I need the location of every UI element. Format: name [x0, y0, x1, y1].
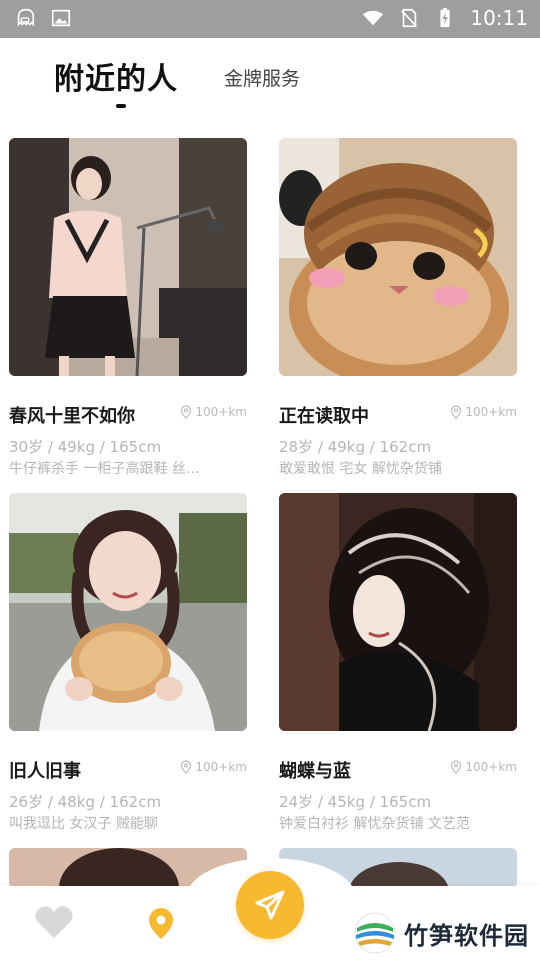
- profile-tags: 叫我逗比 女汉子 贼能聊: [9, 816, 158, 832]
- tab-indicator: [116, 104, 126, 108]
- profile-card[interactable]: 蝴蝶与蓝 100+km 24岁 / 45kg / 165cm 钟爱白衬衫 解忧杂…: [279, 493, 517, 832]
- location-pin-icon: [451, 760, 462, 774]
- profile-tags: 敢爱敢恨 宅女 解忧杂货铺: [279, 461, 442, 477]
- paper-plane-icon: [255, 890, 285, 920]
- location-pin-icon: [181, 760, 192, 774]
- profile-photo[interactable]: [9, 493, 247, 731]
- profile-photo[interactable]: [279, 493, 517, 731]
- profile-card[interactable]: 旧人旧事 100+km 26岁 / 48kg / 162cm 叫我逗比 女汉子 …: [9, 493, 247, 832]
- bamboo-logo-icon: [354, 912, 396, 954]
- ghost-notification-icon: [17, 8, 35, 27]
- profile-card[interactable]: 正在读取中 100+km 28岁 / 49kg / 162cm 敢爱敢恨 宅女 …: [279, 138, 517, 477]
- profile-stats: 28岁 / 49kg / 162cm: [279, 438, 432, 456]
- distance-value: 100+km: [465, 760, 517, 774]
- distance-label: 100+km: [450, 405, 517, 419]
- profile-photo[interactable]: [279, 138, 517, 376]
- profile-photo[interactable]: [9, 138, 247, 376]
- heart-icon: [35, 906, 73, 938]
- profile-tags: 牛仔裤杀手 一柜子高跟鞋 丝…: [9, 461, 200, 477]
- location-pin-icon: [451, 405, 462, 419]
- tab-bar: 附近的人 金牌服务: [0, 38, 540, 128]
- profile-stats: 26岁 / 48kg / 162cm: [9, 793, 162, 811]
- profile-name: 春风十里不如你: [9, 406, 135, 427]
- location-pin-icon: [181, 405, 192, 419]
- profile-tags: 钟爱白衬衫 解忧杂货铺 文艺范: [279, 816, 470, 832]
- watermark-text: 竹笋软件园: [404, 921, 529, 950]
- nav-nearby[interactable]: [146, 906, 176, 944]
- no-sim-icon: [401, 8, 418, 28]
- profile-card[interactable]: 春风十里不如你 100+km 30岁 / 49kg / 165cm 牛仔裤杀手 …: [9, 138, 247, 477]
- battery-charging-icon: [440, 7, 450, 28]
- distance-label: 100+km: [450, 760, 517, 774]
- watermark: 竹笋软件园: [354, 912, 529, 954]
- status-bar: 10:11: [0, 0, 540, 38]
- tab-nearby[interactable]: 附近的人: [54, 54, 178, 98]
- distance-value: 100+km: [195, 760, 247, 774]
- profile-stats: 30岁 / 49kg / 165cm: [9, 438, 162, 456]
- profile-name: 旧人旧事: [9, 761, 81, 782]
- distance-value: 100+km: [195, 405, 247, 419]
- profile-name: 正在读取中: [279, 406, 369, 427]
- distance-value: 100+km: [465, 405, 517, 419]
- location-pin-icon: [149, 908, 173, 939]
- status-time: 10:11: [470, 6, 528, 30]
- image-notification-icon: [51, 9, 71, 27]
- nav-favorites[interactable]: [34, 904, 74, 944]
- send-button[interactable]: [236, 871, 304, 939]
- distance-label: 100+km: [180, 760, 247, 774]
- tab-gold-service[interactable]: 金牌服务: [224, 64, 300, 91]
- profile-name: 蝴蝶与蓝: [279, 761, 351, 782]
- distance-label: 100+km: [180, 405, 247, 419]
- wifi-icon: [363, 10, 384, 26]
- profile-stats: 24岁 / 45kg / 165cm: [279, 793, 432, 811]
